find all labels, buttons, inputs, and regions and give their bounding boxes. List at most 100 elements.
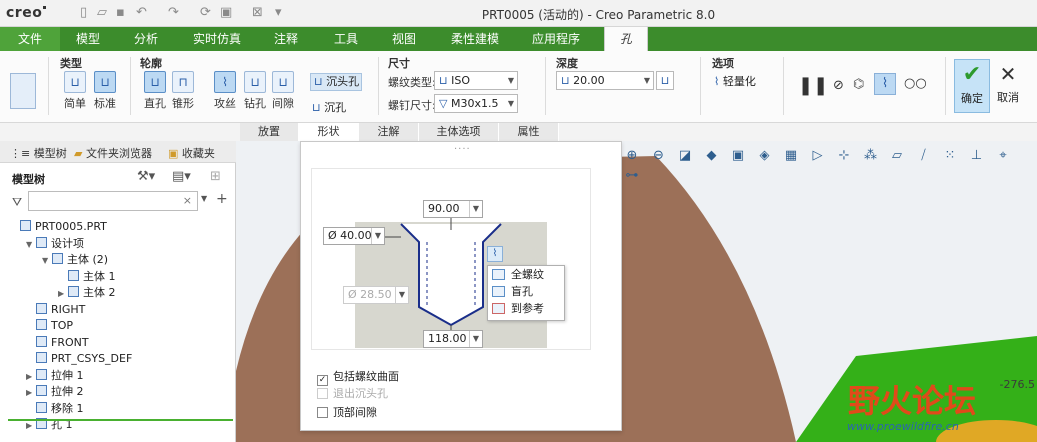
perspective-icon[interactable]: ▷ bbox=[808, 146, 828, 166]
screw-size-select[interactable]: ▽ M30x1.5 ▼ bbox=[434, 94, 518, 113]
cancel-button[interactable]: ✕ 取消 bbox=[994, 59, 1022, 113]
tree-item[interactable]: ▶ 拉伸 2 bbox=[26, 384, 84, 400]
include-thread-surface-checkbox[interactable]: ✓ 包括螺纹曲面 bbox=[317, 368, 399, 386]
expand-arrow-icon[interactable]: ▼ bbox=[26, 237, 36, 253]
top-clearance-checkbox[interactable]: 顶部间隙 bbox=[317, 404, 377, 420]
tab-annotate[interactable]: 注释 bbox=[264, 27, 308, 51]
customize-toolbar-icon[interactable]: ▾ bbox=[275, 5, 282, 20]
countersink-toggle[interactable]: ⊔ 沉头孔 bbox=[310, 73, 362, 91]
tree-item[interactable]: PRT0005.PRT bbox=[10, 219, 107, 235]
tab-model[interactable]: 模型 bbox=[66, 27, 110, 51]
redo-icon[interactable]: ↷ bbox=[168, 5, 179, 20]
tree-item[interactable]: ▶ 主体 2 bbox=[58, 285, 116, 301]
regenerate-icon[interactable]: ⟳ bbox=[200, 5, 211, 20]
feature-preview-icon[interactable]: ⌇ bbox=[874, 73, 896, 95]
counterbore-toggle[interactable]: ⊔ 沉孔 bbox=[312, 99, 346, 115]
tab-applications[interactable]: 应用程序 bbox=[522, 27, 590, 51]
point-display-icon[interactable]: ⁙ bbox=[940, 146, 960, 166]
tab-folder-browser[interactable]: ▰ 文件夹浏览器 bbox=[74, 145, 152, 161]
simple-hole-button[interactable]: ⊔ 简单 bbox=[60, 71, 90, 111]
taper-hole-button[interactable]: ⊓ 锥形 bbox=[168, 71, 198, 111]
standard-hole-button[interactable]: ⊔ 标准 bbox=[90, 71, 120, 111]
open-file-icon[interactable]: ▱ bbox=[97, 5, 107, 20]
tab-view[interactable]: 视图 bbox=[382, 27, 426, 51]
subtab-placement[interactable]: 放置 bbox=[240, 123, 299, 141]
subtab-body-options[interactable]: 主体选项 bbox=[419, 123, 499, 141]
tree-filter-icon[interactable]: ⊞ bbox=[210, 169, 221, 184]
tab-live-simulation[interactable]: 实时仿真 bbox=[184, 27, 250, 51]
depth-flip-button[interactable]: ⊔ bbox=[656, 71, 674, 90]
tree-item[interactable]: 移除 1 bbox=[26, 401, 84, 417]
tree-settings-icon[interactable]: ⚒▾ bbox=[137, 169, 155, 184]
chevron-down-icon: ▼ bbox=[507, 99, 514, 108]
undo-icon[interactable]: ↶ bbox=[136, 5, 147, 20]
tab-tools[interactable]: 工具 bbox=[324, 27, 368, 51]
verify-mode-icon[interactable]: ⌬ bbox=[853, 77, 864, 92]
countersink-diameter-input[interactable]: Ø 40.00 ▼ bbox=[323, 227, 385, 245]
tab-flexible-modeling[interactable]: 柔性建模 bbox=[440, 27, 510, 51]
zoom-out-icon[interactable]: ⊖ bbox=[649, 146, 669, 166]
navigator-panel: ⋮≡ 模型树 ▰ 文件夹浏览器 ▣ 收藏夹 模型树 ⚒▾ ▤▾ ⊞ ⛛ × ▼ … bbox=[0, 141, 236, 442]
menu-item-full-thread[interactable]: 全螺纹 bbox=[488, 266, 564, 283]
chevron-down-icon[interactable]: ▼ bbox=[201, 194, 207, 203]
tab-hole[interactable]: 孔 bbox=[604, 27, 648, 51]
subtab-shape[interactable]: 形状 bbox=[299, 123, 359, 141]
add-icon[interactable]: + bbox=[216, 191, 228, 207]
csys-display-icon[interactable]: ⊥ bbox=[967, 146, 987, 166]
tree-item[interactable]: 主体 1 bbox=[58, 269, 116, 285]
tab-analysis[interactable]: 分析 bbox=[124, 27, 168, 51]
depth-option-button[interactable]: ⌇ bbox=[487, 246, 503, 262]
tree-item[interactable]: ▼ 主体 (2) bbox=[42, 252, 108, 268]
display-style-icon[interactable]: ◈ bbox=[755, 146, 775, 166]
notes-display-icon[interactable]: ⊶ bbox=[622, 166, 642, 186]
tree-item-label: FRONT bbox=[51, 335, 89, 349]
expand-arrow-icon[interactable]: ▶ bbox=[58, 286, 68, 302]
pause-icon[interactable]: ❚❚ bbox=[798, 75, 828, 96]
annotation-display-icon[interactable]: ⌖ bbox=[993, 146, 1013, 166]
saved-orientations-icon[interactable]: ▣ bbox=[728, 146, 748, 166]
lightweight-toggle[interactable]: ⌇ 轻量化 bbox=[714, 73, 756, 89]
tab-model-tree[interactable]: ⋮≡ 模型树 bbox=[10, 145, 67, 161]
tree-item[interactable]: ▼ 设计项 bbox=[26, 236, 84, 252]
drill-button[interactable]: ⊔ 钻孔 bbox=[240, 71, 270, 111]
glasses-preview-icon[interactable]: ○○ bbox=[904, 76, 927, 91]
screw-type-select[interactable]: ⊔ ISO ▼ bbox=[434, 71, 518, 90]
straight-hole-button[interactable]: ⊔ 直孔 bbox=[140, 71, 170, 111]
tab-file[interactable]: 文件 bbox=[0, 27, 60, 51]
repaint-icon[interactable]: ◆ bbox=[702, 146, 722, 166]
windows-icon[interactable]: ▣ bbox=[220, 5, 232, 20]
depth-input[interactable]: ⊔ 20.00 ▼ bbox=[556, 71, 654, 90]
spin-center-icon[interactable]: ⁂ bbox=[861, 146, 881, 166]
ok-button[interactable]: ✔ 确定 bbox=[954, 59, 990, 113]
subtab-properties[interactable]: 属性 bbox=[499, 123, 559, 141]
menu-item-to-reference[interactable]: 到参考 bbox=[488, 300, 564, 317]
angle-input[interactable]: 90.00 ▼ bbox=[423, 200, 483, 218]
expand-arrow-icon[interactable]: ▶ bbox=[26, 369, 36, 385]
depth-value-input[interactable]: 118.00 ▼ bbox=[423, 330, 483, 348]
clear-icon[interactable]: × bbox=[183, 194, 192, 207]
tree-item[interactable]: TOP bbox=[26, 318, 73, 334]
menu-item-blind[interactable]: 盲孔 bbox=[488, 283, 564, 300]
subtab-notes[interactable]: 注解 bbox=[359, 123, 419, 141]
zoom-in-icon[interactable]: ⊕ bbox=[622, 146, 642, 166]
tap-button[interactable]: ⌇ 攻丝 bbox=[210, 71, 240, 111]
view-manager-icon[interactable]: ▦ bbox=[781, 146, 801, 166]
show-menu-icon[interactable]: ▤▾ bbox=[172, 169, 191, 184]
no-preview-icon[interactable]: ⊘ bbox=[833, 78, 844, 93]
clearance-button[interactable]: ⊔ 间隙 bbox=[268, 71, 298, 111]
tree-item[interactable]: FRONT bbox=[26, 335, 89, 351]
expand-arrow-icon[interactable]: ▼ bbox=[42, 253, 52, 269]
new-file-icon[interactable]: ▯ bbox=[80, 5, 87, 20]
axis-display-icon[interactable]: ⧸ bbox=[914, 146, 934, 166]
tab-favorites[interactable]: ▣ 收藏夹 bbox=[168, 145, 215, 161]
section-icon[interactable]: ⊹ bbox=[834, 146, 854, 166]
tree-item[interactable]: RIGHT bbox=[26, 302, 85, 318]
close-window-icon[interactable]: ⊠ bbox=[252, 5, 263, 20]
tree-item[interactable]: ▶ 拉伸 1 bbox=[26, 368, 84, 384]
expand-arrow-icon[interactable]: ▶ bbox=[26, 385, 36, 401]
plane-display-icon[interactable]: ▱ bbox=[887, 146, 907, 166]
tree-item[interactable]: PRT_CSYS_DEF bbox=[26, 351, 132, 367]
save-icon[interactable]: ▪ bbox=[116, 5, 125, 20]
refit-icon[interactable]: ◪ bbox=[675, 146, 695, 166]
tree-search-input[interactable]: × bbox=[28, 191, 198, 211]
